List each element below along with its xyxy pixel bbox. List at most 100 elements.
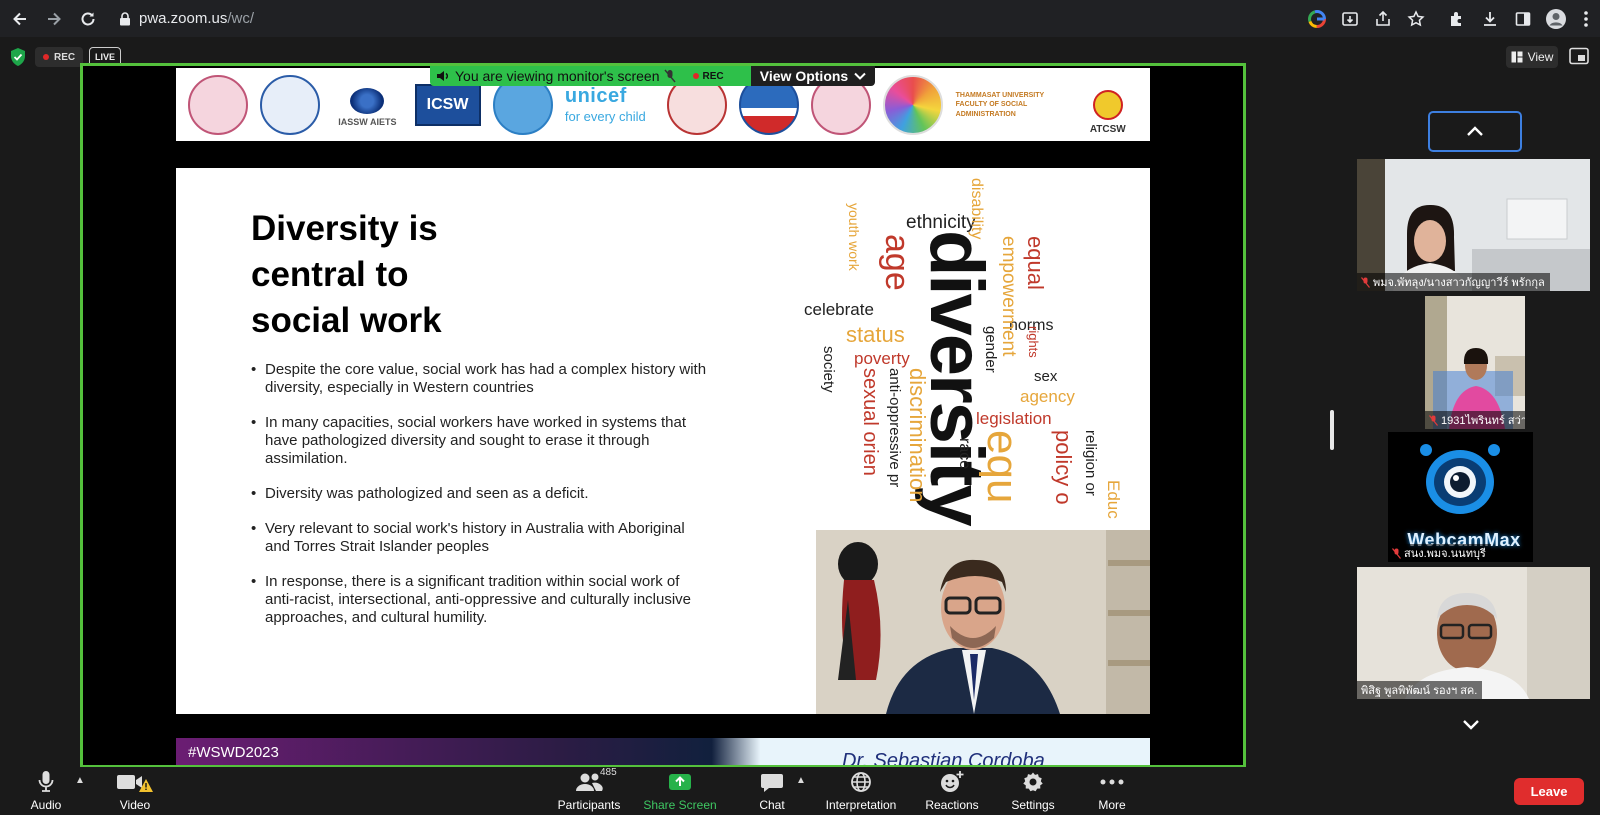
word-race: race [956,438,973,470]
browser-menu-button[interactable] [1572,0,1600,37]
asean-emblem-icon [1092,89,1123,120]
share-icon [1374,10,1392,28]
event-hashtag: #WSWD2023 [188,744,279,761]
chat-button[interactable]: Chat [752,769,792,815]
word-educ: Educ [1104,480,1123,519]
word-status: status [846,322,905,347]
mic-muted-icon [664,69,677,83]
word-age: age [878,234,916,291]
google-icon [1307,9,1326,28]
mic-muted-icon [1361,276,1370,288]
diversity-word-cloud: ethnicity celebrate status poverty norms… [796,168,1150,533]
chat-bubble-icon [760,771,784,793]
google-lens-button[interactable] [1300,0,1333,37]
chat-options-caret[interactable]: ▲ [796,775,806,786]
reload-button[interactable] [71,0,105,37]
kebab-menu-icon [1583,10,1589,28]
install-app-button[interactable] [1333,0,1366,37]
word-youth-work: youth work [846,203,862,271]
speaker-name: Dr. Sebastian Cordoba [842,750,1045,768]
address-bar[interactable]: pwa.zoom.us/wc/ [119,0,254,37]
presenter-video [816,530,1150,714]
shared-screen: IASSW AIETS ICSW unicef for every child … [80,63,1246,768]
bullet-item: In many capacities, social workers have … [251,414,711,468]
view-options-dropdown[interactable]: View Options [751,66,875,86]
participant-name-tag: พิสิฐ พูลพิพัฒน์ รองฯ สค. [1357,681,1483,699]
bullet-item: In response, there is a significant trad… [251,573,711,627]
bullet-item: Despite the core value, social work has … [251,361,711,397]
share-page-button[interactable] [1366,0,1399,37]
view-options-label: View Options [759,68,849,84]
share-screen-button[interactable]: Share Screen [643,769,717,815]
thammasat-logo: THAMMASAT UNIVERSITY FACULTY OF SOCIAL A… [955,91,1045,119]
event-lower-banner: #WSWD2023 Dr. Sebastian Cordoba [176,738,1150,768]
recording-dot-icon [43,54,49,60]
participant-tile[interactable]: พิสิฐ พูลพิพัฒน์ รองฯ สค. [1357,567,1590,699]
security-shield-icon[interactable] [9,47,27,67]
scroll-down-button[interactable] [1462,719,1480,730]
presentation-slide: Diversity is central to social work Desp… [176,168,1150,714]
word-gender: gender [982,326,999,373]
word-rights: rights [1026,326,1041,358]
participant-tile[interactable]: พมจ.พัทลุง/นางสาวกัญญาวีร์ พรักกุล [1357,159,1590,291]
participant-name-tag: 1931ไพรินทร์ สว่างพร้อม [1425,411,1525,429]
word-empowerment: empowerment [998,236,1019,357]
slide-bullets: Despite the core value, social work has … [251,361,711,644]
word-equ: equ [978,430,1027,504]
participant-tile[interactable]: 1931ไพรินทร์ สว่างพร้อม [1425,296,1525,429]
url-text: pwa.zoom.us/wc/ [139,10,255,27]
reload-icon [79,10,97,28]
more-dots-icon [1100,779,1124,785]
recording-dot-icon [693,73,700,79]
word-celebrate: celebrate [804,300,874,319]
fullscreen-icon[interactable] [1569,47,1589,65]
side-panel-scrollbar[interactable] [1330,410,1334,450]
slide-title: Diversity is central to social work [251,209,442,340]
interpretation-button[interactable]: Interpretation [820,769,902,815]
iassw-logo: IASSW AIETS [332,83,402,127]
word-religion: religion or [1082,430,1099,496]
video-camera-warning-icon [115,770,155,794]
arrow-right-icon [45,10,63,28]
word-discrimination: discrimination [905,368,930,503]
share-screen-icon [668,772,692,792]
back-button[interactable] [3,0,37,37]
unicef-logo: unicef for every child [564,85,646,125]
recording-label: REC [54,51,76,63]
bookmark-button[interactable] [1399,0,1432,37]
more-button[interactable]: More [1092,769,1132,815]
video-button[interactable]: Video [110,769,160,815]
reactions-button[interactable]: Reactions [922,769,982,815]
word-anti-oppressive: anti-oppressive pr [886,368,903,488]
participant-name-tag: พมจ.พัทลุง/นางสาวกัญญาวีร์ พรักกุล [1357,273,1550,291]
extensions-button[interactable] [1440,0,1473,37]
forward-button[interactable] [37,0,71,37]
icsw-logo: ICSW [414,83,481,126]
atcsw-logo: ATCSW [1078,75,1138,135]
view-button[interactable]: View [1506,46,1558,68]
audio-button[interactable]: Audio [24,769,68,815]
thai-emblem-logo [188,74,249,135]
screen-share-notice: You are viewing monitor's screen REC [430,66,751,86]
settings-button[interactable]: Settings [1008,769,1058,815]
downloads-button[interactable] [1473,0,1506,37]
profile-button[interactable] [1539,0,1572,37]
participants-button[interactable]: 485 Participants [554,767,624,815]
chevron-up-icon [1466,126,1484,137]
grid-view-icon [1511,51,1523,63]
share-rec-indicator: REC [693,71,724,82]
arrow-left-icon [11,10,29,28]
avatar-icon [1545,8,1567,30]
participant-tile[interactable]: WebcamMax สนง.พมจ.นนทบุรี [1388,432,1533,562]
audio-options-caret[interactable]: ▲ [75,775,85,786]
side-panel-button[interactable] [1506,0,1539,37]
word-agency: agency [1020,387,1075,406]
recording-indicator[interactable]: REC [35,47,84,67]
word-poverty: poverty [854,349,910,368]
word-policy: policy o [1051,430,1076,505]
scroll-up-button[interactable] [1428,111,1522,152]
leave-button[interactable]: Leave [1514,778,1584,805]
word-equal: equal [1023,236,1048,290]
microphone-icon [37,769,55,795]
mic-muted-icon [1429,414,1438,426]
